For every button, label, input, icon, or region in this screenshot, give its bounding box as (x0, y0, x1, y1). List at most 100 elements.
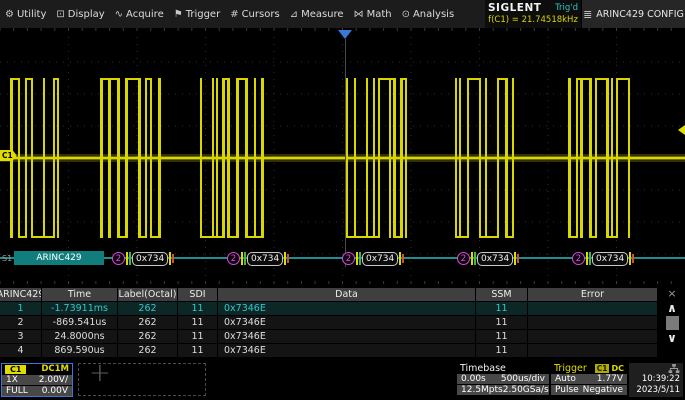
menu-items: ⚙Utility⊡Display∿Acquire⚑Trigger#Cursors… (0, 0, 459, 28)
table-cell: 11 (476, 344, 528, 358)
menu-item-math[interactable]: ⋈Math (349, 0, 397, 28)
arinc429-config-button[interactable]: ≣ ARINC429 CONFIG (581, 0, 685, 28)
sdi-field-bar (244, 252, 246, 265)
truncation-bar (284, 252, 286, 265)
trigger-box[interactable]: Trigger C1 DC Auto 1.77V Pulse Negative (551, 363, 627, 397)
table-cell: 4 (0, 344, 42, 358)
column-header-data: Data (218, 288, 476, 302)
table-row[interactable]: 324.8000ns262110x7346E11 (0, 330, 685, 344)
word-end-tick (632, 254, 634, 263)
table-cell: 11 (178, 344, 218, 358)
table-cell: 24.8000ns (42, 330, 118, 344)
menu-item-label: Measure (301, 9, 344, 20)
data-field-bubble: 0x734 (132, 252, 168, 266)
display-icon: ⊡ (56, 9, 64, 20)
timebase-title: Timebase (460, 363, 506, 374)
truncation-bar (514, 252, 516, 265)
status-bar: C1 DC1M 1X 2.00V/ FULL 0.00V + Timebase … (0, 360, 685, 400)
table-cell: 11 (178, 330, 218, 344)
table-cell: 262 (118, 330, 178, 344)
bus-id-label: S1 (2, 254, 12, 263)
menu-item-analysis[interactable]: ⊙Analysis (397, 0, 460, 28)
decode-word-bubble: 20x734 (457, 251, 519, 266)
sdi-field-bar (359, 252, 361, 265)
menu-item-cursors[interactable]: #Cursors (225, 0, 284, 28)
lan-network-icon (668, 364, 680, 373)
table-cell: -1.73911ms (42, 302, 118, 316)
timebase-box[interactable]: Timebase 0.00s 500us/div 12.5Mpts 2.50GS… (457, 363, 549, 397)
timebase-delay: 0.00s (461, 374, 486, 384)
truncation-bar (471, 252, 473, 265)
scroll-down-icon[interactable]: ∨ (667, 330, 677, 346)
bus-name-label[interactable]: ARINC429 (14, 251, 104, 265)
table-row[interactable]: 2-869.541us262110x7346E11 (0, 316, 685, 330)
label-field-bubble: 2 (457, 252, 470, 265)
sdi-field-bar (589, 252, 591, 265)
channel1-offset: 0.00V (42, 386, 68, 396)
table-cell: 0x7346E (218, 330, 476, 344)
clock-time: 10:39:22 (642, 374, 680, 385)
scrollbar-thumb[interactable] (666, 316, 679, 330)
table-cell: 11 (178, 316, 218, 330)
timebase-samplerate: 2.50GSa/s (503, 385, 549, 395)
decode-bus-row: S1 ARINC429 20x73420x73420x73420x73420x7… (0, 250, 685, 268)
truncation-bar (169, 252, 171, 265)
column-header-label-octal-: Label(Octal) (118, 288, 178, 302)
trigger-slope: Negative (583, 385, 623, 395)
close-icon[interactable]: × (667, 288, 676, 300)
truncation-bar (126, 252, 128, 265)
column-header-error: Error (528, 288, 658, 302)
table-cell: 3 (0, 330, 42, 344)
table-cell: 2 (0, 316, 42, 330)
word-end-tick (402, 254, 404, 263)
menu-item-acquire[interactable]: ∿Acquire (110, 0, 169, 28)
menu-item-trigger[interactable]: ⚑Trigger (169, 0, 225, 28)
timebase-scale: 500us/div (501, 374, 545, 384)
truncation-bar (356, 252, 358, 265)
data-field-bubble: 0x734 (592, 252, 628, 266)
trigger-level-marker[interactable] (678, 125, 685, 135)
channel1-attenuation: 1X (6, 375, 18, 385)
table-cell: 262 (118, 302, 178, 316)
waveform-plot (0, 28, 685, 286)
trigger-status-badge: Trig'd (555, 3, 578, 13)
channel1-bandwidth: FULL (6, 386, 28, 396)
decode-word-bubble: 20x734 (112, 251, 174, 266)
trigger-position-marker[interactable] (338, 30, 352, 39)
clock-box[interactable]: 10:39:22 2023/5/11 (629, 363, 683, 397)
label-field-bubble: 2 (572, 252, 585, 265)
channel1-scale: 2.00V/ (39, 375, 68, 385)
scroll-up-icon[interactable]: ∧ (667, 300, 677, 316)
word-end-tick (287, 254, 289, 263)
menu-item-utility[interactable]: ⚙Utility (0, 0, 51, 28)
waveform-display[interactable]: C1 S1 ARINC429 20x73420x73420x73420x7342… (0, 28, 685, 286)
table-cell (528, 344, 658, 358)
clock-date: 2023/5/11 (636, 385, 680, 396)
trigger-icon: ⚑ (174, 9, 183, 20)
table-cell: 0x7346E (218, 316, 476, 330)
channel1-box[interactable]: C1 DC1M 1X 2.00V/ FULL 0.00V (1, 363, 73, 397)
table-cell (528, 316, 658, 330)
menu-item-label: Trigger (186, 9, 221, 20)
table-row[interactable]: 1-1.73911ms262110x7346E11 (0, 302, 685, 316)
menu-item-label: Cursors (242, 9, 280, 20)
menu-item-display[interactable]: ⊡Display (51, 0, 109, 28)
sdi-field-bar (129, 252, 131, 265)
word-end-tick (172, 254, 174, 263)
config-button-label: ARINC429 CONFIG (596, 9, 684, 20)
acquire-icon: ∿ (115, 9, 123, 20)
table-cell (528, 330, 658, 344)
menu-item-measure[interactable]: ⊿Measure (285, 0, 349, 28)
column-header-arinc429: ARINC429 (0, 288, 42, 302)
sdi-field-bar (474, 252, 476, 265)
table-cell: 11 (476, 316, 528, 330)
analysis-icon: ⊙ (402, 9, 410, 20)
table-row[interactable]: 4869.590us262110x7346E11 (0, 344, 685, 358)
decode-word-bubble: 20x734 (342, 251, 404, 266)
truncation-bar (399, 252, 401, 265)
table-cell: 869.590us (42, 344, 118, 358)
add-channel-button[interactable]: + (78, 363, 206, 396)
top-menu-bar: ⚙Utility⊡Display∿Acquire⚑Trigger#Cursors… (0, 0, 685, 28)
plus-icon: + (89, 358, 111, 388)
menu-item-label: Analysis (413, 9, 454, 20)
